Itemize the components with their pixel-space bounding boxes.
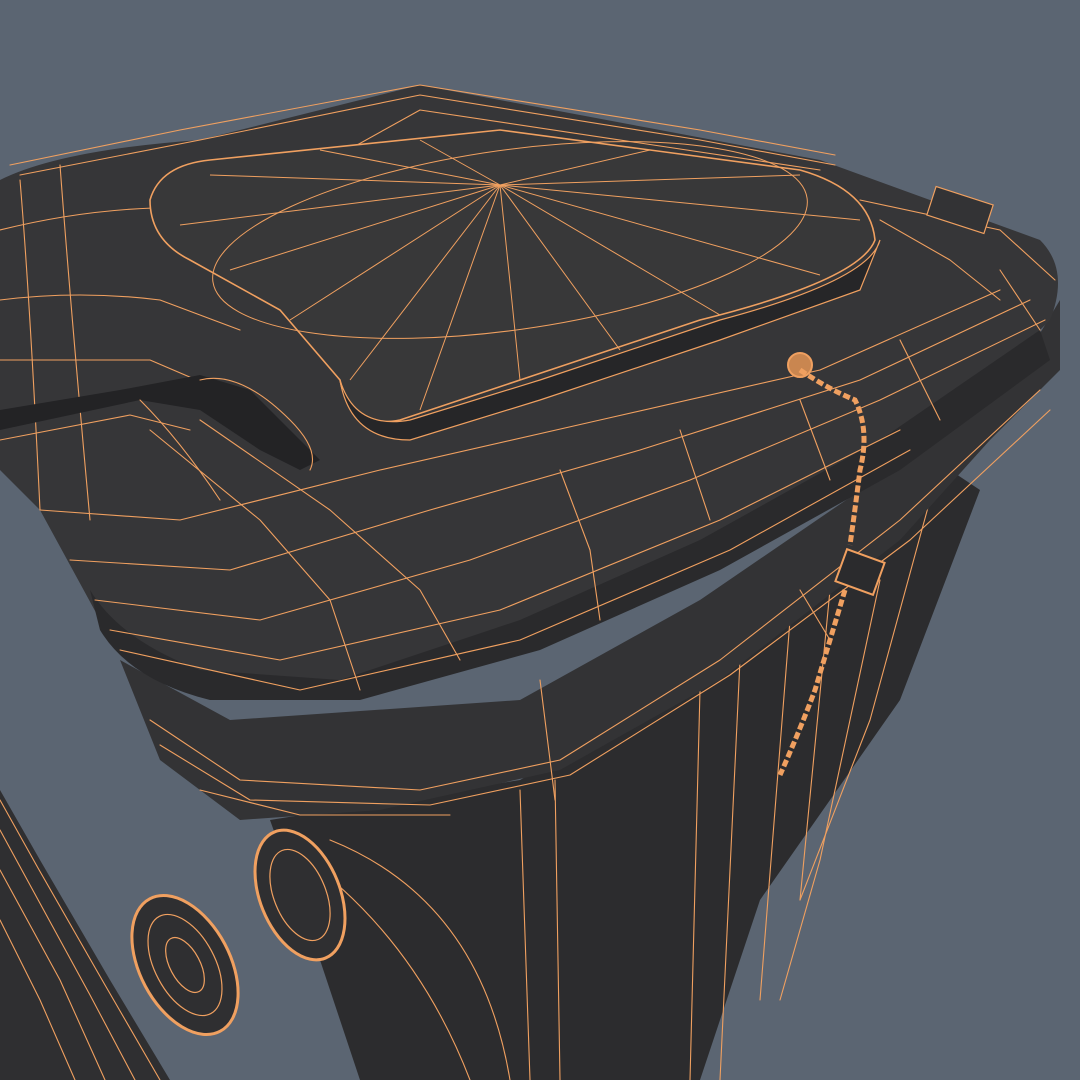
- render-viewport: [0, 0, 1080, 1080]
- chain-anchor: [787, 352, 813, 378]
